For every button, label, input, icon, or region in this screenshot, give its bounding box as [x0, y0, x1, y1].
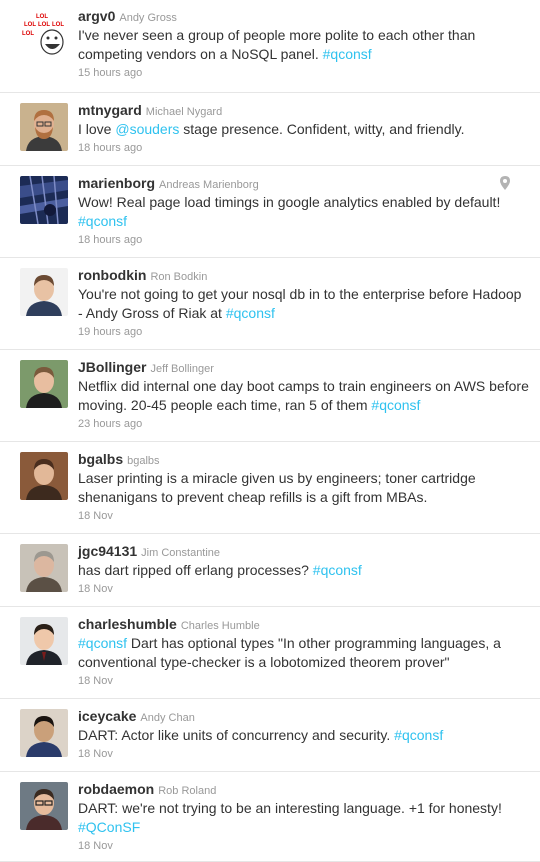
hashtag-link[interactable]: #qconsf [394, 727, 443, 743]
tweet-item[interactable]: robdaemon Rob Roland DART: we're not tryin… [0, 772, 540, 862]
timestamp-link[interactable]: 18 Nov [78, 673, 530, 689]
avatar[interactable] [20, 782, 68, 830]
svg-text:LOL: LOL [24, 22, 36, 28]
tweet-header: bgalbs bgalbs [78, 450, 530, 468]
tweet-text-segment: DART: Actor like units of concurrency an… [78, 727, 395, 743]
tweet-header: marienborg Andreas Marienborg [78, 174, 530, 192]
tweet-item[interactable]: iceycake Andy Chan DART: Actor like units … [0, 699, 540, 772]
screen-name-link[interactable]: robdaemon [78, 781, 154, 797]
tweet-item[interactable]: jgc94131 Jim Constantine has dart ripped o… [0, 534, 540, 607]
screen-name-link[interactable]: mtnygard [78, 102, 142, 118]
tweet-text: has dart ripped off erlang processes? #q… [78, 561, 530, 580]
full-name: Andy Chan [140, 712, 195, 724]
timestamp-link[interactable]: 19 hours ago [78, 324, 530, 340]
tweet-item[interactable]: ronbodkin Ron Bodkin You're not going to g… [0, 258, 540, 350]
tweet-text-segment: You're not going to get your nosql db in… [78, 286, 522, 321]
tweet-text: You're not going to get your nosql db in… [78, 285, 530, 323]
screen-name-link[interactable]: argv0 [78, 8, 115, 24]
hashtag-link[interactable]: #qconsf [78, 213, 127, 229]
full-name: Michael Nygard [145, 106, 223, 118]
avatar[interactable] [20, 103, 68, 151]
screen-name-link[interactable]: iceycake [78, 708, 136, 724]
tweet-item[interactable]: LOL LOL LOL LOL LOL argv0 Andy Gross I've … [0, 0, 540, 93]
timestamp-link[interactable]: 18 hours ago [78, 140, 530, 156]
svg-text:LOL: LOL [36, 14, 48, 20]
avatar[interactable] [20, 544, 68, 592]
full-name: Jeff Bollinger [150, 363, 214, 375]
tweet-text-segment: Netflix did internal one day boot camps … [78, 378, 529, 413]
timestamp-link[interactable]: 18 Nov [78, 746, 530, 762]
tweet-header: robdaemon Rob Roland [78, 780, 530, 798]
full-name: Rob Roland [158, 785, 217, 797]
tweet-item[interactable]: marienborg Andreas Marienborg Wow! Real pa… [0, 166, 540, 258]
avatar[interactable] [20, 709, 68, 757]
tweet-text: DART: we're not trying to be an interest… [78, 799, 530, 837]
tweet-item[interactable]: JBollinger Jeff Bollinger Netflix did inte… [0, 350, 540, 442]
hashtag-link[interactable]: #qconsf [226, 305, 275, 321]
tweet-header: charleshumble Charles Humble [78, 615, 530, 633]
svg-text:LOL: LOL [22, 31, 34, 37]
timestamp-link[interactable]: 18 hours ago [78, 232, 530, 248]
avatar[interactable] [20, 452, 68, 500]
location-pin-icon[interactable] [500, 176, 510, 190]
tweet-text-segment: I've never seen a group of people more p… [78, 27, 476, 62]
full-name: Ron Bodkin [150, 271, 208, 283]
tweet-item[interactable]: charleshumble Charles Humble #qconsf Dart … [0, 607, 540, 699]
tweet-header: ronbodkin Ron Bodkin [78, 266, 530, 284]
tweet-text-segment: stage presence. Confident, witty, and fr… [179, 121, 465, 137]
hashtag-link[interactable]: #qconsf [323, 46, 372, 62]
tweet-item[interactable]: bgalbs bgalbs Laser printing is a miracle … [0, 442, 540, 534]
svg-text:LOL: LOL [38, 22, 50, 28]
timestamp-link[interactable]: 18 Nov [78, 508, 530, 524]
avatar[interactable] [20, 268, 68, 316]
avatar[interactable] [20, 360, 68, 408]
tweet-text: I love @souders stage presence. Confiden… [78, 120, 530, 139]
tweet-text: I've never seen a group of people more p… [78, 26, 530, 64]
hashtag-link[interactable]: #qconsf [313, 562, 362, 578]
full-name: bgalbs [127, 455, 160, 467]
hashtag-link[interactable]: #qconsf [78, 635, 127, 651]
timestamp-link[interactable]: 18 Nov [78, 838, 530, 854]
mention-link[interactable]: @souders [115, 121, 179, 137]
tweet-header: iceycake Andy Chan [78, 707, 530, 725]
full-name: Charles Humble [180, 620, 260, 632]
tweet-feed: LOL LOL LOL LOL LOL argv0 Andy Gross I've … [0, 0, 540, 862]
tweet-text-segment: DART: we're not trying to be an interest… [78, 800, 502, 816]
tweet-text-segment: Wow! Real page load timings in google an… [78, 194, 501, 210]
screen-name-link[interactable]: charleshumble [78, 616, 177, 632]
svg-text:LOL: LOL [52, 22, 64, 28]
full-name: Andreas Marienborg [159, 179, 259, 191]
tweet-text-segment: has dart ripped off erlang processes? [78, 562, 313, 578]
full-name: Jim Constantine [141, 547, 221, 559]
tweet-text-segment: I love [78, 121, 116, 137]
screen-name-link[interactable]: jgc94131 [78, 543, 137, 559]
tweet-text: Netflix did internal one day boot camps … [78, 377, 530, 415]
tweet-text-segment: Dart has optional types "In other progra… [78, 635, 501, 670]
tweet-item[interactable]: mtnygard Michael Nygard I love @souders st… [0, 93, 540, 166]
tweet-header: mtnygard Michael Nygard [78, 101, 530, 119]
avatar[interactable]: LOL LOL LOL LOL LOL [20, 10, 68, 58]
hashtag-link[interactable]: #QConSF [78, 819, 140, 835]
tweet-text: DART: Actor like units of concurrency an… [78, 726, 530, 745]
tweet-text: Laser printing is a miracle given us by … [78, 469, 530, 507]
timestamp-link[interactable]: 23 hours ago [78, 416, 530, 432]
screen-name-link[interactable]: bgalbs [78, 451, 123, 467]
tweet-text-segment: Laser printing is a miracle given us by … [78, 470, 476, 505]
screen-name-link[interactable]: JBollinger [78, 359, 146, 375]
tweet-text: Wow! Real page load timings in google an… [78, 193, 530, 231]
avatar[interactable] [20, 176, 68, 224]
timestamp-link[interactable]: 18 Nov [78, 581, 530, 597]
hashtag-link[interactable]: #qconsf [371, 397, 420, 413]
tweet-text: #qconsf Dart has optional types "In othe… [78, 634, 530, 672]
screen-name-link[interactable]: ronbodkin [78, 267, 146, 283]
timestamp-link[interactable]: 15 hours ago [78, 65, 530, 81]
screen-name-link[interactable]: marienborg [78, 175, 155, 191]
tweet-header: argv0 Andy Gross [78, 7, 530, 25]
avatar[interactable] [20, 617, 68, 665]
tweet-header: jgc94131 Jim Constantine [78, 542, 530, 560]
full-name: Andy Gross [119, 12, 177, 24]
tweet-header: JBollinger Jeff Bollinger [78, 358, 530, 376]
